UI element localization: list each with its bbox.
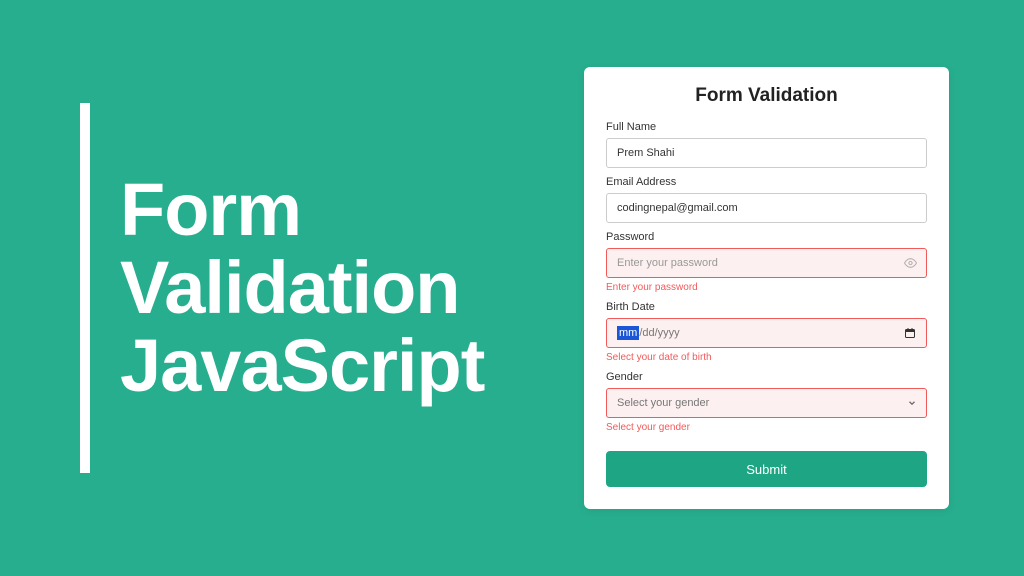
calendar-icon[interactable]	[904, 327, 916, 339]
date-mm-segment[interactable]: mm	[617, 326, 639, 340]
gender-select[interactable]: Select your gender	[606, 388, 927, 418]
fullname-input[interactable]	[606, 138, 927, 168]
password-error: Enter your password	[606, 282, 927, 293]
form-card: Form Validation Full Name Email Address …	[584, 67, 949, 509]
form-title: Form Validation	[606, 85, 927, 107]
password-input[interactable]	[606, 248, 927, 278]
accent-bar	[80, 103, 90, 473]
birthdate-label: Birth Date	[606, 301, 927, 313]
submit-button[interactable]: Submit	[606, 451, 927, 487]
email-label: Email Address	[606, 176, 927, 188]
gender-error: Select your gender	[606, 422, 927, 433]
fullname-label: Full Name	[606, 121, 927, 133]
birthdate-input[interactable]: mm /dd/yyyy	[606, 318, 927, 348]
page-headline: FormValidationJavaScript	[120, 171, 484, 404]
chevron-down-icon	[907, 398, 917, 408]
gender-label: Gender	[606, 371, 927, 383]
password-label: Password	[606, 231, 927, 243]
birthdate-error: Select your date of birth	[606, 352, 927, 363]
date-rest-segment: /dd/yyyy	[639, 327, 679, 339]
email-input[interactable]	[606, 193, 927, 223]
eye-icon[interactable]	[904, 257, 917, 270]
